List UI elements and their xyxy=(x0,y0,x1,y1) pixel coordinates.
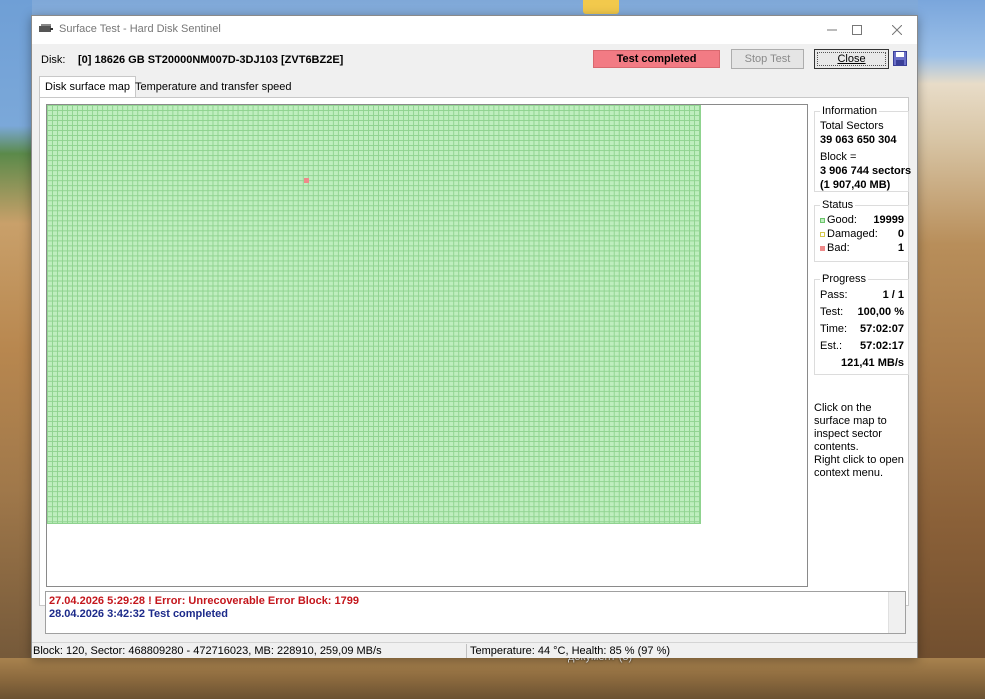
bad-block-cell[interactable] xyxy=(304,178,309,183)
close-button[interactable]: Close xyxy=(814,49,889,69)
block-info-status: Block: 120, Sector: 468809280 - 47271602… xyxy=(33,645,382,657)
close-icon xyxy=(892,25,902,35)
time-value: 57:02:07 xyxy=(859,323,904,335)
block-sectors-value: 3 906 744 sectors xyxy=(820,165,912,177)
damaged-label: Damaged: xyxy=(827,228,878,240)
pass-label: Pass: xyxy=(820,289,848,301)
minimize-icon xyxy=(827,29,837,31)
est-value: 57:02:17 xyxy=(859,340,904,352)
pass-value: 1 / 1 xyxy=(882,289,904,301)
disk-surface-map[interactable] xyxy=(47,105,701,524)
status-bar: Block: 120, Sector: 468809280 - 47271602… xyxy=(32,642,917,658)
test-row: Test: 100,00 % xyxy=(820,306,904,318)
total-sectors-label: Total Sectors xyxy=(820,120,884,132)
good-legend-icon xyxy=(820,217,825,223)
test-value: 100,00 % xyxy=(857,306,904,318)
tab-disk-surface-map[interactable]: Disk surface map xyxy=(39,76,136,97)
status-damaged-row: Damaged: 0 xyxy=(820,228,904,240)
maximize-button[interactable] xyxy=(838,16,876,44)
test-status-badge: Test completed xyxy=(593,50,720,68)
stop-test-button[interactable]: Stop Test xyxy=(731,49,804,69)
good-value: 19999 xyxy=(873,214,904,226)
information-group: Information Total Sectors 39 063 650 304… xyxy=(814,105,912,192)
log-entry-completed: 28.04.2026 3:42:32 Test completed xyxy=(49,608,228,620)
desktop-background-right xyxy=(918,0,985,699)
save-icon[interactable] xyxy=(893,51,907,66)
log-scrollbar[interactable] xyxy=(888,592,905,633)
damaged-legend-icon xyxy=(820,231,825,237)
total-sectors-value: 39 063 650 304 xyxy=(820,134,897,146)
pass-row: Pass: 1 / 1 xyxy=(820,289,904,301)
disk-label: Disk: xyxy=(41,54,66,66)
temperature-health-status: Temperature: 44 °C, Health: 85 % (97 %) xyxy=(470,645,671,657)
toolbar: Disk: [0] 18626 GB ST20000NM007D-3DJ103 … xyxy=(32,44,917,76)
tab-content: Information Total Sectors 39 063 650 304… xyxy=(39,97,912,607)
desktop-background-left xyxy=(0,0,32,699)
disk-value: [0] 18626 GB ST20000NM007D-3DJ103 [ZVT6B… xyxy=(78,54,344,66)
good-label: Good: xyxy=(827,214,857,226)
status-title: Status xyxy=(820,199,856,211)
information-title: Information xyxy=(820,105,880,117)
app-icon xyxy=(39,24,53,32)
surface-map-area[interactable] xyxy=(46,104,808,587)
block-label: Block = xyxy=(820,151,857,163)
bad-legend-icon xyxy=(820,245,825,251)
bad-value: 1 xyxy=(897,242,904,254)
maximize-icon xyxy=(852,25,862,35)
title-bar[interactable]: Surface Test - Hard Disk Sentinel xyxy=(32,16,917,44)
desktop-folder-icon[interactable] xyxy=(583,0,619,14)
status-good-row: Good: 19999 xyxy=(820,214,904,226)
progress-title: Progress xyxy=(820,273,869,285)
context-menu-hint: Right click to open context menu. xyxy=(814,454,904,479)
side-panel: Information Total Sectors 39 063 650 304… xyxy=(811,98,912,607)
est-row: Est.: 57:02:17 xyxy=(820,340,904,352)
status-group: Status Good: 19999 Damaged: 0 Bad: 1 xyxy=(814,199,909,262)
est-label: Est.: xyxy=(820,340,843,352)
inspect-hint: Click on the surface map to inspect sect… xyxy=(814,402,887,453)
time-label: Time: xyxy=(820,323,848,335)
status-bad-row: Bad: 1 xyxy=(820,242,904,254)
log-entry-error: 27.04.2026 5:29:28 ! Error: Unrecoverabl… xyxy=(49,595,359,607)
surface-test-window: Surface Test - Hard Disk Sentinel Disk: … xyxy=(31,15,918,658)
test-label: Test: xyxy=(820,306,844,318)
time-row: Time: 57:02:07 xyxy=(820,323,904,335)
window-close-button[interactable] xyxy=(878,16,916,44)
window-title: Surface Test - Hard Disk Sentinel xyxy=(59,23,221,35)
progress-group: Progress Pass: 1 / 1 Test: 100,00 % Time… xyxy=(814,273,909,375)
block-size-value: (1 907,40 MB) xyxy=(820,179,891,191)
bad-label: Bad: xyxy=(827,242,850,254)
desktop-background-bottom xyxy=(0,658,985,699)
damaged-value: 0 xyxy=(897,228,904,240)
speed-value: 121,41 MB/s xyxy=(841,357,904,369)
status-separator xyxy=(466,644,467,658)
event-log[interactable]: 27.04.2026 5:29:28 ! Error: Unrecoverabl… xyxy=(45,591,906,634)
tab-temperature-transfer-speed[interactable]: Temperature and transfer speed xyxy=(130,77,297,97)
